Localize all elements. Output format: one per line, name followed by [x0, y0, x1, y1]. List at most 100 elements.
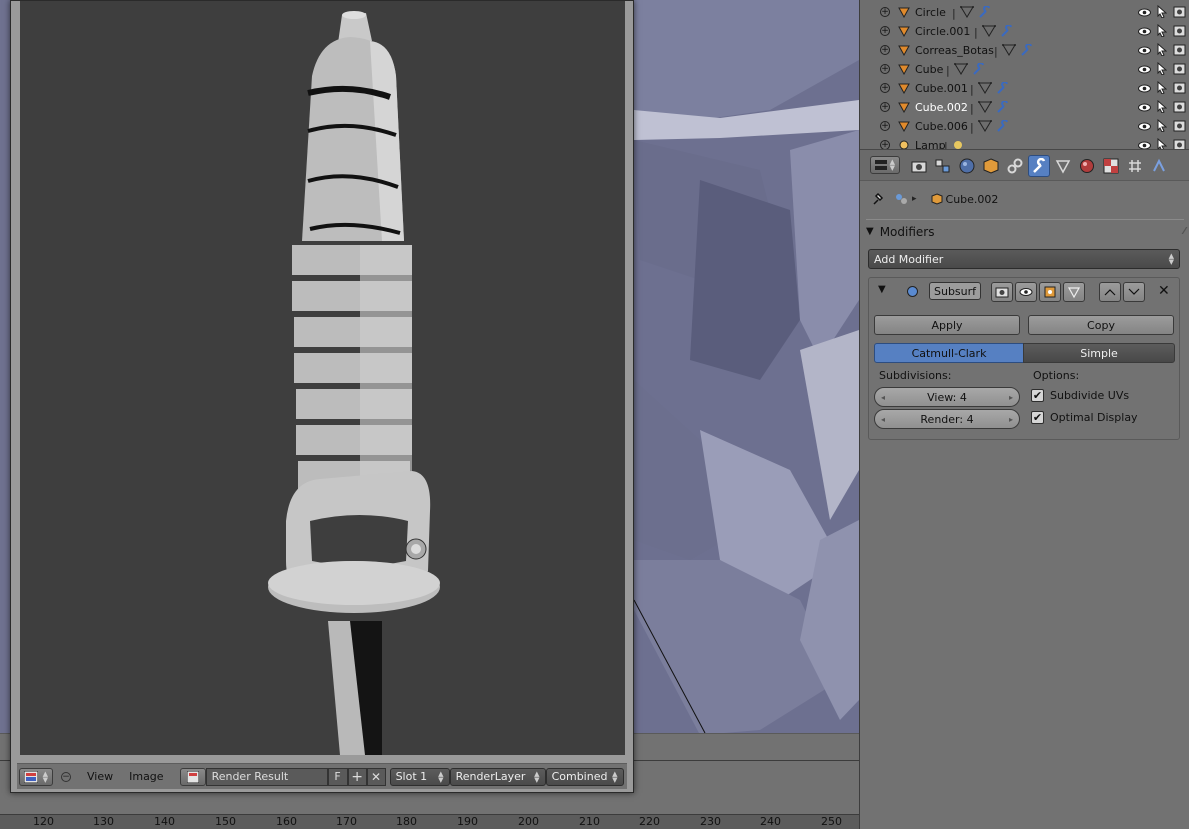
outliner-row[interactable]: + Lamp |: [860, 136, 1189, 149]
cursor-select-icon[interactable]: [1157, 61, 1168, 78]
simple-option[interactable]: Simple: [1023, 343, 1175, 363]
render-result-canvas[interactable]: [20, 1, 625, 755]
wrench-icon[interactable]: [996, 119, 1010, 135]
mesh-data-icon[interactable]: [953, 63, 968, 78]
decrement-arrow-icon[interactable]: ◂: [881, 393, 885, 402]
expand-icon[interactable]: +: [880, 102, 890, 112]
outliner-item-name[interactable]: Circle.001: [915, 25, 970, 38]
eye-icon[interactable]: [1138, 64, 1151, 77]
tab-render-layers[interactable]: [932, 155, 954, 177]
eye-icon[interactable]: [1138, 26, 1151, 39]
render-camera-icon[interactable]: [1173, 63, 1186, 78]
new-image-icon[interactable]: +: [347, 767, 367, 786]
decrement-arrow-icon[interactable]: ◂: [881, 415, 885, 424]
mesh-data-icon[interactable]: [977, 82, 992, 97]
tab-object[interactable]: [980, 155, 1002, 177]
outliner-item-name[interactable]: Cube.002: [915, 101, 968, 114]
mesh-data-icon[interactable]: [977, 120, 992, 135]
tab-constraints[interactable]: [1004, 155, 1026, 177]
collapse-menu-icon[interactable]: −: [61, 771, 71, 782]
outliner-row[interactable]: + Circle.001 |: [860, 22, 1189, 41]
outliner-row[interactable]: + Cube.002 |: [860, 98, 1189, 117]
editor-type-button[interactable]: ▲ ▼: [870, 156, 900, 174]
mesh-data-icon[interactable]: [977, 101, 992, 116]
outliner-row[interactable]: + Cube.006 |: [860, 117, 1189, 136]
cursor-select-icon[interactable]: [1157, 137, 1168, 149]
tab-particles[interactable]: [1124, 155, 1146, 177]
catmull-clark-option[interactable]: Catmull-Clark: [874, 343, 1024, 363]
render-pass-select[interactable]: Combined ▲ ▼: [545, 767, 624, 786]
tab-material[interactable]: [1076, 155, 1098, 177]
expand-icon[interactable]: +: [880, 26, 890, 36]
image-name-field[interactable]: Render Result: [205, 767, 328, 786]
outliner-item-name[interactable]: Correas_Botas: [915, 44, 994, 57]
mesh-data-icon[interactable]: [1001, 44, 1016, 59]
mesh-data-icon[interactable]: [959, 6, 974, 21]
fake-user-button[interactable]: F: [327, 767, 348, 786]
move-up-button[interactable]: [1099, 282, 1121, 302]
cursor-select-icon[interactable]: [1157, 80, 1168, 97]
tab-data[interactable]: [1052, 155, 1074, 177]
expand-icon[interactable]: +: [880, 45, 890, 55]
outliner-item-name[interactable]: Cube.001: [915, 82, 968, 95]
cursor-select-icon[interactable]: [1157, 4, 1168, 21]
eye-icon[interactable]: [1138, 121, 1151, 134]
outliner-item-name[interactable]: Lamp: [915, 139, 946, 149]
render-camera-icon[interactable]: [1173, 139, 1186, 149]
pin-icon[interactable]: [870, 192, 884, 206]
view-levels-field[interactable]: ◂ View: 4 ▸: [874, 387, 1020, 407]
render-layer-select[interactable]: RenderLayer ▲ ▼: [449, 767, 546, 786]
modifier-name-field[interactable]: Subsurf: [929, 282, 981, 300]
cage-toggle-button[interactable]: [1063, 282, 1085, 302]
expand-icon[interactable]: +: [880, 7, 890, 17]
outliner-row[interactable]: + Correas_Botas |: [860, 41, 1189, 60]
tab-modifiers[interactable]: [1028, 155, 1050, 177]
editor-type-button[interactable]: ▲ ▼: [19, 767, 53, 786]
render-camera-icon[interactable]: [1173, 25, 1186, 40]
increment-arrow-icon[interactable]: ▸: [1009, 415, 1013, 424]
outliner-item-name[interactable]: Cube.006: [915, 120, 968, 133]
browse-image-button[interactable]: [179, 767, 206, 786]
outliner-row[interactable]: + Cube.001 |: [860, 79, 1189, 98]
image-editor-window[interactable]: ▲ ▼ − View Image Render Result F + ✕ Slot…: [10, 0, 634, 793]
expand-modifier-icon[interactable]: ▼: [878, 284, 886, 295]
subdivide-uvs-checkbox[interactable]: ✔ Subdivide UVs: [1031, 389, 1129, 402]
wrench-icon[interactable]: [978, 5, 992, 21]
render-camera-icon[interactable]: [1173, 6, 1186, 21]
expand-icon[interactable]: +: [880, 64, 890, 74]
viewport-toggle-button[interactable]: [1015, 282, 1037, 302]
outliner[interactable]: + Circle | + Circle.001 | + Correas_Botas | + Cube…: [860, 0, 1189, 149]
render-camera-icon[interactable]: [1173, 101, 1186, 116]
modifiers-panel-header[interactable]: ▼ Modifiers ⁄⁄⁄: [866, 219, 1186, 243]
add-modifier-dropdown[interactable]: Add Modifier ▲ ▼: [868, 249, 1180, 269]
eye-icon[interactable]: [1138, 7, 1151, 20]
unlink-image-icon[interactable]: ✕: [366, 767, 386, 786]
optimal-display-checkbox[interactable]: ✔ Optimal Display: [1031, 411, 1138, 424]
menu-view[interactable]: View: [81, 770, 119, 783]
render-camera-icon[interactable]: [1173, 44, 1186, 59]
copy-button[interactable]: Copy: [1028, 315, 1174, 335]
wrench-icon[interactable]: [1000, 24, 1014, 40]
expand-icon[interactable]: +: [880, 140, 890, 149]
remove-modifier-icon[interactable]: ✕: [1158, 283, 1170, 299]
outliner-item-name[interactable]: Circle: [915, 6, 946, 19]
render-toggle-button[interactable]: [991, 282, 1013, 302]
tab-world[interactable]: [956, 155, 978, 177]
cursor-select-icon[interactable]: [1157, 99, 1168, 116]
move-down-button[interactable]: [1123, 282, 1145, 302]
timeline-ruler[interactable]: 120 130 140 150 160 170 180 190 200 210 …: [0, 814, 859, 829]
cursor-select-icon[interactable]: [1157, 23, 1168, 40]
expand-icon[interactable]: +: [880, 121, 890, 131]
eye-icon[interactable]: [1138, 102, 1151, 115]
outliner-row[interactable]: + Circle |: [860, 3, 1189, 22]
render-levels-field[interactable]: ◂ Render: 4 ▸: [874, 409, 1020, 429]
tab-physics[interactable]: [1148, 155, 1170, 177]
apply-button[interactable]: Apply: [874, 315, 1020, 335]
lamp-data-icon[interactable]: [952, 139, 964, 149]
slot-select[interactable]: Slot 1 ▲ ▼: [389, 767, 450, 786]
expand-icon[interactable]: +: [880, 83, 890, 93]
render-camera-icon[interactable]: [1173, 82, 1186, 97]
wrench-icon[interactable]: [996, 100, 1010, 116]
editmode-toggle-button[interactable]: [1039, 282, 1061, 302]
wrench-icon[interactable]: [996, 81, 1010, 97]
